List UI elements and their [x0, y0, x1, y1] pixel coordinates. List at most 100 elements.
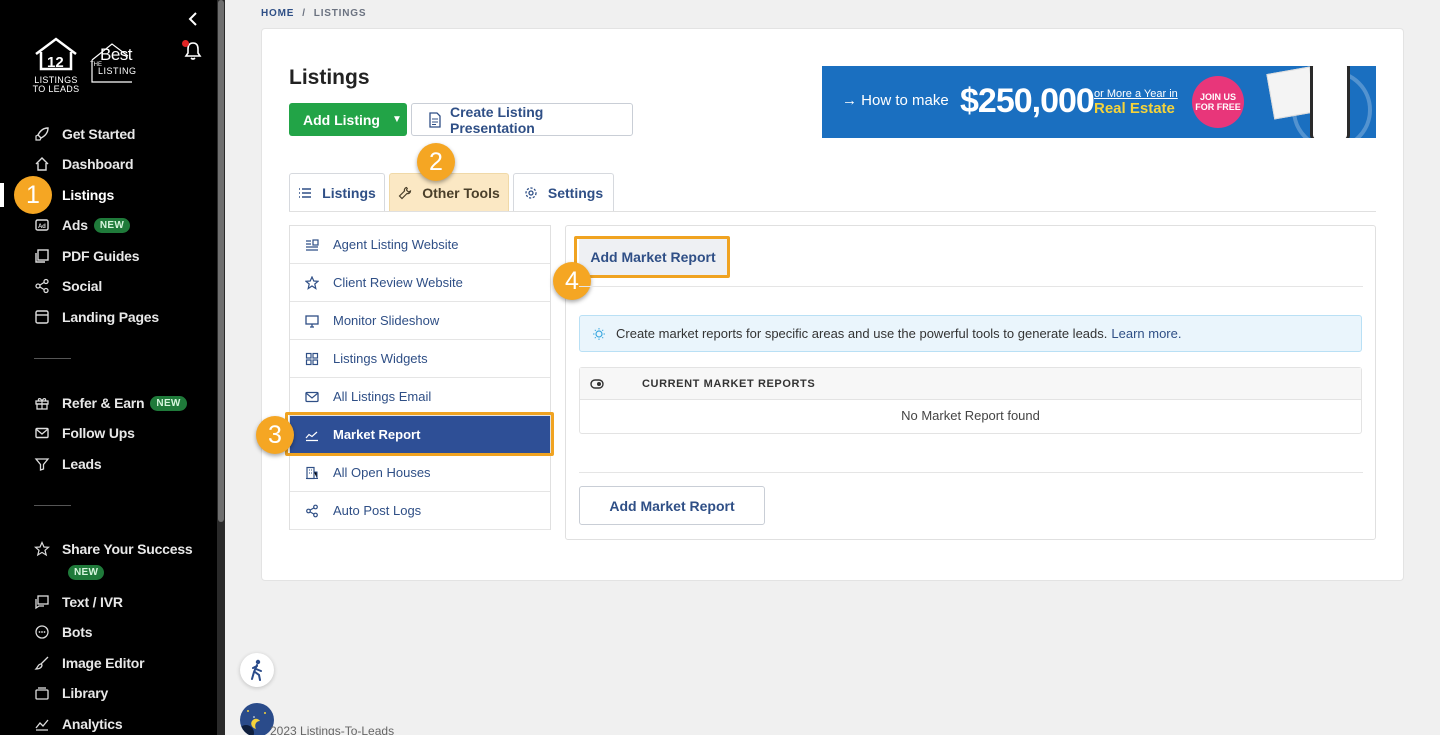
rocket-icon	[34, 126, 50, 142]
logo-best-text: Best	[100, 45, 133, 64]
nav-label: Bots	[62, 624, 93, 640]
listings-to-leads-logo[interactable]: 12 LISTINGS TO LEADS	[30, 36, 82, 94]
banner-how-text: → How to make	[842, 92, 949, 109]
gear-icon	[524, 186, 538, 200]
nav-follow-ups[interactable]: Follow Ups	[34, 422, 135, 444]
menu-listings-widgets[interactable]: Listings Widgets	[290, 340, 550, 378]
add-market-report-button-bottom[interactable]: Add Market Report	[579, 486, 765, 525]
breadcrumb: HOME / LISTINGS	[261, 8, 366, 19]
mail-icon	[305, 390, 319, 404]
notification-dot	[182, 40, 189, 47]
create-listing-presentation-button[interactable]: Create Listing Presentation	[411, 103, 633, 136]
list-icon	[298, 186, 312, 200]
info-alert: Create market reports for specific areas…	[579, 315, 1362, 352]
banner-real-estate: Real Estate	[1094, 100, 1175, 117]
tab-other-tools[interactable]: Other Tools	[389, 173, 509, 211]
nav-get-started[interactable]: Get Started	[34, 123, 135, 145]
footer-copyright: 2023 Listings-To-Leads	[270, 724, 395, 735]
nav-label: Analytics	[62, 716, 123, 732]
nav-label: Listings	[62, 187, 115, 203]
menu-agent-listing-website[interactable]: Agent Listing Website	[290, 226, 550, 264]
nav-pdf-guides[interactable]: PDF Guides	[34, 245, 140, 267]
nav-social[interactable]: Social	[34, 275, 102, 297]
breadcrumb-current: LISTINGS	[313, 8, 367, 19]
nav-analytics[interactable]: Analytics	[34, 713, 123, 735]
nav-library[interactable]: Library	[34, 682, 108, 704]
gift-icon	[34, 395, 50, 411]
wrench-icon	[398, 186, 412, 200]
svg-text:Ad: Ad	[38, 224, 46, 230]
nav-label: Leads	[62, 456, 102, 472]
nav-image-editor[interactable]: Image Editor	[34, 652, 145, 674]
menu-auto-post-logs[interactable]: Auto Post Logs	[290, 492, 550, 530]
tab-label: Settings	[547, 184, 604, 201]
nav-ads[interactable]: Ad Ads NEW	[34, 214, 131, 236]
menu-label: Client Review Website	[333, 275, 463, 290]
building-icon	[305, 466, 319, 480]
nav-label: Dashboard	[62, 156, 134, 172]
info-text: Create market reports for specific areas…	[616, 326, 1108, 341]
add-listing-label: Add Listing	[303, 111, 380, 128]
add-listing-button[interactable]: Add Listing ▼	[289, 103, 407, 136]
chat-icon	[34, 594, 50, 610]
step-marker-4: 4	[553, 262, 591, 300]
filter-icon	[34, 456, 50, 472]
join-us-badge: JOIN US FOR FREE	[1192, 76, 1244, 128]
panel-divider	[579, 472, 1363, 473]
step-marker-2: 2	[417, 143, 455, 181]
page-icon	[34, 309, 50, 325]
menu-monitor-slideshow[interactable]: Monitor Slideshow	[290, 302, 550, 340]
sidebar-divider	[34, 505, 71, 506]
breadcrumb-home[interactable]: HOME	[261, 8, 294, 19]
nav-landing-pages[interactable]: Landing Pages	[34, 306, 159, 328]
mail-icon	[34, 425, 50, 441]
sidebar: 12 LISTINGS TO LEADS THE Best LISTING Get…	[0, 0, 225, 735]
tab-listings[interactable]: Listings	[289, 173, 385, 211]
menu-label: Monitor Slideshow	[333, 313, 440, 328]
tab-settings[interactable]: Settings	[513, 173, 614, 211]
accessibility-icon[interactable]	[240, 653, 274, 687]
page-title: Listings	[289, 66, 370, 89]
highlight-add-market-report	[574, 236, 730, 278]
nav-label: Landing Pages	[62, 309, 159, 325]
market-reports-table: CURRENT MARKET REPORTS No Market Report …	[579, 367, 1362, 434]
menu-client-review-website[interactable]: Client Review Website	[290, 264, 550, 302]
tabs-divider	[289, 211, 1376, 212]
new-badge: NEW	[93, 217, 131, 233]
the-best-listing-logo[interactable]: THE Best LISTING	[88, 42, 140, 84]
panel-divider	[579, 286, 1363, 287]
menu-all-open-houses[interactable]: All Open Houses	[290, 454, 550, 492]
join-line1: JOIN US	[1199, 92, 1236, 102]
website-icon	[305, 238, 319, 252]
other-tools-menu: Agent Listing Website Client Review Webs…	[289, 225, 551, 530]
table-header-title: CURRENT MARKET REPORTS	[642, 378, 816, 390]
sidebar-scrollbar-thumb[interactable]	[218, 0, 224, 522]
lightbulb-icon	[592, 327, 606, 341]
step-marker-1: 1	[14, 176, 52, 214]
nav-label: Social	[62, 278, 103, 294]
menu-all-listings-email[interactable]: All Listings Email	[290, 378, 550, 416]
star-icon	[34, 541, 50, 557]
nav-bots[interactable]: Bots	[34, 621, 93, 643]
nav-dashboard[interactable]: Dashboard	[34, 153, 134, 175]
nav-label: PDF Guides	[62, 248, 140, 264]
learn-more-link[interactable]: Learn more.	[1111, 326, 1181, 341]
share-icon	[305, 504, 319, 518]
nav-label: Image Editor	[62, 655, 145, 671]
document-icon	[428, 111, 442, 128]
sidebar-scrollbar[interactable]	[217, 0, 225, 735]
logo-text-line2: TO LEADS	[32, 84, 80, 94]
star-icon	[305, 275, 319, 290]
nav-leads[interactable]: Leads	[34, 453, 102, 475]
promo-banner[interactable]: → How to make $250,000 or More a Year in…	[822, 66, 1376, 138]
collapse-sidebar-icon[interactable]	[185, 9, 201, 29]
dark-mode-toggle-icon[interactable]	[240, 703, 274, 735]
nav-label: Ads	[62, 217, 88, 233]
nav-refer-earn[interactable]: Refer & Earn NEW	[34, 392, 187, 414]
tab-label: Listings	[322, 184, 376, 201]
banner-amount: $250,000	[960, 82, 1095, 120]
step-marker-3: 3	[256, 416, 294, 454]
nav-share-your-success[interactable]: Share Your Success	[34, 538, 193, 560]
nav-text-ivr[interactable]: Text / IVR	[34, 591, 123, 613]
share-icon	[34, 278, 50, 294]
